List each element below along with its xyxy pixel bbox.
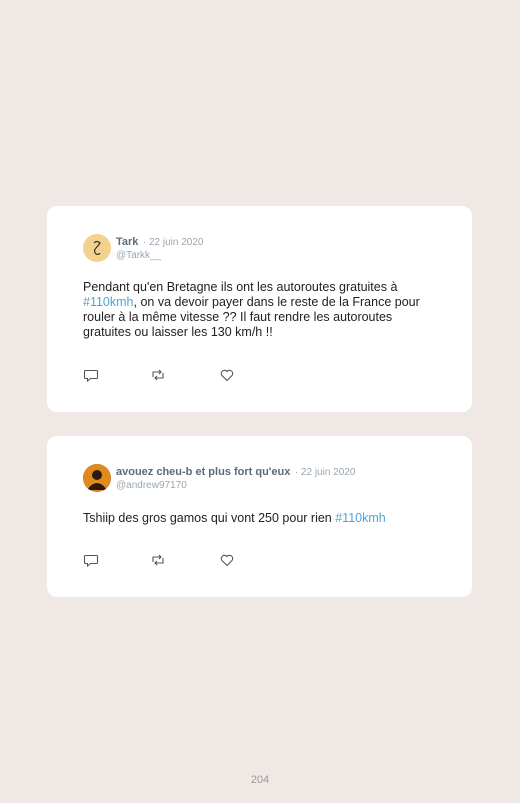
- reply-icon[interactable]: [83, 367, 99, 383]
- page-number: 204: [250, 774, 270, 786]
- tweet-meta: Tark · 22 juin 2020 @Tarkk__: [116, 234, 203, 262]
- author-handle[interactable]: @Tarkk__: [116, 249, 203, 262]
- retweet-icon[interactable]: [150, 552, 166, 568]
- heart-icon[interactable]: [219, 552, 235, 568]
- tweet-text: Tshiip des gros gamos qui vont 250 pour …: [83, 511, 432, 526]
- tweet-text: Pendant qu'en Bretagne ils ont les autor…: [83, 280, 432, 340]
- author-name[interactable]: avouez cheu-b et plus fort qu'eux: [116, 466, 290, 478]
- tweet-date: · 22 juin 2020: [294, 467, 356, 478]
- tweet-text-end: , on va devoir payer dans le reste de la…: [83, 295, 420, 339]
- avatar[interactable]: [83, 464, 111, 492]
- tweet-meta: avouez cheu-b et plus fort qu'eux · 22 j…: [116, 464, 355, 492]
- tweet-text-start: Pendant qu'en Bretagne ils ont les autor…: [83, 280, 398, 294]
- avatar-photo-icon: [83, 464, 111, 492]
- author-handle[interactable]: @andrew97170: [116, 479, 355, 492]
- reply-icon[interactable]: [83, 552, 99, 568]
- retweet-icon[interactable]: [150, 367, 166, 383]
- tweet-date: · 22 juin 2020: [142, 237, 204, 248]
- avatar-emoji-icon: [83, 234, 111, 262]
- tweet-card: avouez cheu-b et plus fort qu'eux · 22 j…: [47, 436, 472, 597]
- tweet-card: Tark · 22 juin 2020 @Tarkk__ Pendant qu'…: [47, 206, 472, 412]
- avatar[interactable]: [83, 234, 111, 262]
- author-name[interactable]: Tark: [116, 236, 138, 248]
- hashtag-link[interactable]: #110kmh: [335, 511, 386, 525]
- hashtag-link[interactable]: #110kmh: [83, 295, 134, 309]
- tweet-text-start: Tshiip des gros gamos qui vont 250 pour …: [83, 511, 336, 525]
- heart-icon[interactable]: [219, 367, 235, 383]
